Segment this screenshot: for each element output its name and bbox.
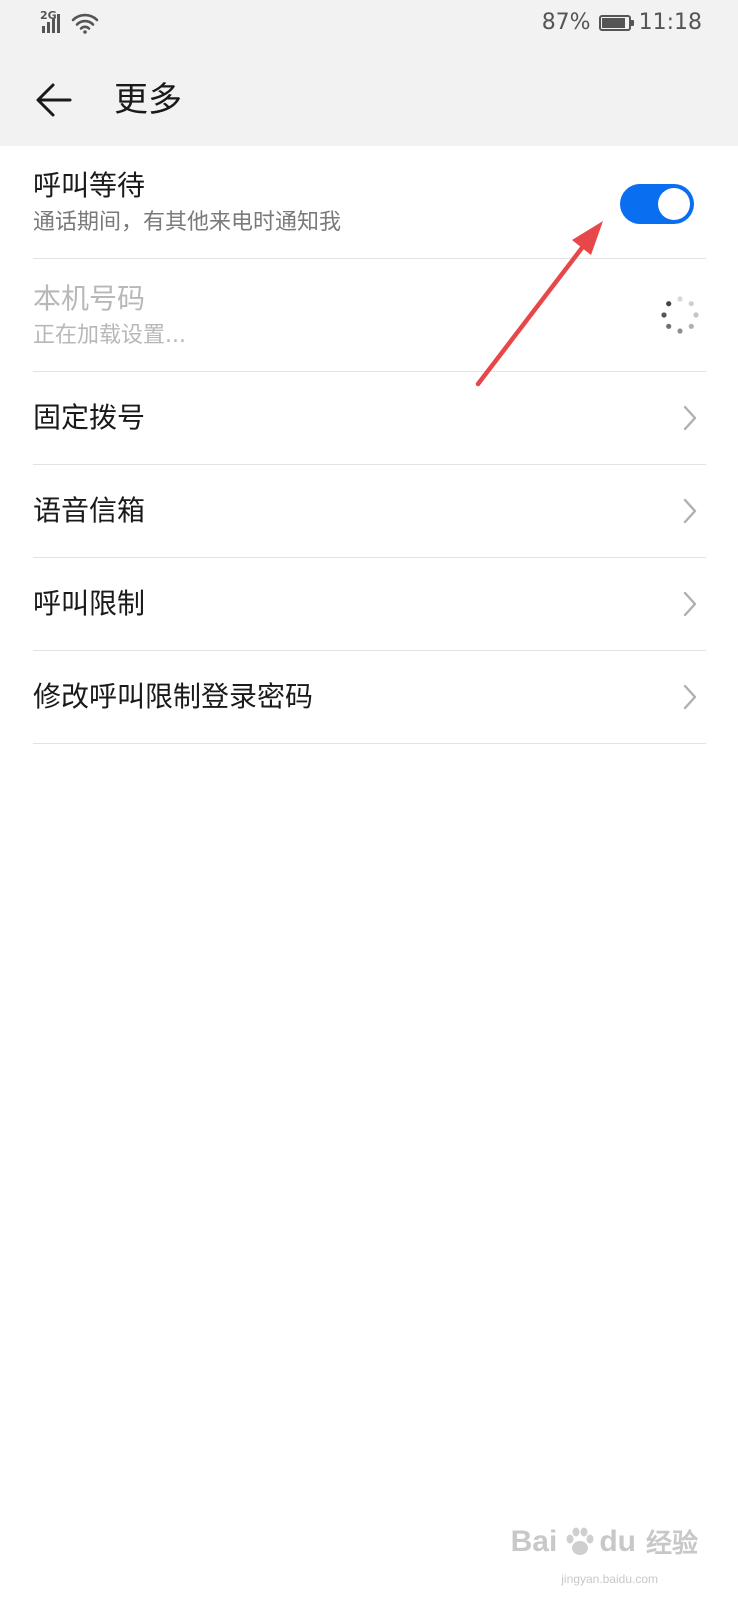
setting-title: 呼叫等待 xyxy=(33,169,146,202)
setting-call-waiting[interactable]: 呼叫等待 通话期间，有其他来电时通知我 xyxy=(33,146,706,259)
page-title: 更多 xyxy=(114,80,182,120)
watermark-brand: Bai xyxy=(510,1524,558,1558)
status-right: 87% 11:18 xyxy=(542,10,702,35)
settings-list: 呼叫等待 通话期间，有其他来电时通知我 本机号码 正在加载设置... 固定拨号 xyxy=(0,146,738,744)
chevron-right-icon xyxy=(683,498,697,524)
loading-spinner-icon xyxy=(661,296,699,334)
baidu-paw-icon xyxy=(566,1527,594,1555)
wifi-icon xyxy=(71,13,98,34)
chevron-right-icon xyxy=(683,684,697,710)
chevron-right-icon xyxy=(683,405,697,431)
battery-icon xyxy=(598,14,634,31)
setting-fixed-dialing[interactable]: 固定拨号 xyxy=(33,372,706,465)
back-button[interactable] xyxy=(30,76,78,124)
setting-change-barring-password[interactable]: 修改呼叫限制登录密码 xyxy=(33,651,706,744)
setting-subtitle: 正在加载设置... xyxy=(33,323,186,348)
setting-title: 语音信箱 xyxy=(33,494,146,527)
setting-title: 修改呼叫限制登录密码 xyxy=(33,680,314,713)
setting-subtitle: 通话期间，有其他来电时通知我 xyxy=(33,210,342,235)
arrow-left-icon xyxy=(36,83,72,117)
setting-title: 固定拨号 xyxy=(33,401,146,434)
setting-title: 本机号码 xyxy=(33,282,146,315)
setting-title: 呼叫限制 xyxy=(33,587,146,620)
watermark-brand-suffix: du xyxy=(599,1524,636,1558)
watermark-url: jingyan.baidu.com xyxy=(561,1572,658,1586)
battery-percent: 87% xyxy=(541,10,591,35)
baidu-watermark: Bai du 经验 xyxy=(511,1523,698,1560)
chevron-right-icon xyxy=(683,591,697,617)
clock: 11:18 xyxy=(638,10,702,35)
setting-voicemail[interactable]: 语音信箱 xyxy=(33,465,706,558)
setting-call-barring[interactable]: 呼叫限制 xyxy=(33,558,706,651)
setting-my-number: 本机号码 正在加载设置... xyxy=(33,259,706,372)
toolbar: 更多 xyxy=(0,50,738,146)
settings-screen: 2G 87% 11:18 更多 呼叫等待 通话期间，有其他来电时通知我 本机号码… xyxy=(0,0,738,1600)
network-type-label: 2G xyxy=(40,9,57,22)
battery-level-fill xyxy=(601,17,625,28)
toggle-knob xyxy=(658,188,690,220)
status-left: 2G xyxy=(40,9,99,34)
call-waiting-toggle[interactable] xyxy=(620,184,694,224)
status-bar: 2G 87% 11:18 xyxy=(0,0,738,50)
watermark-product: 经验 xyxy=(645,1528,698,1558)
